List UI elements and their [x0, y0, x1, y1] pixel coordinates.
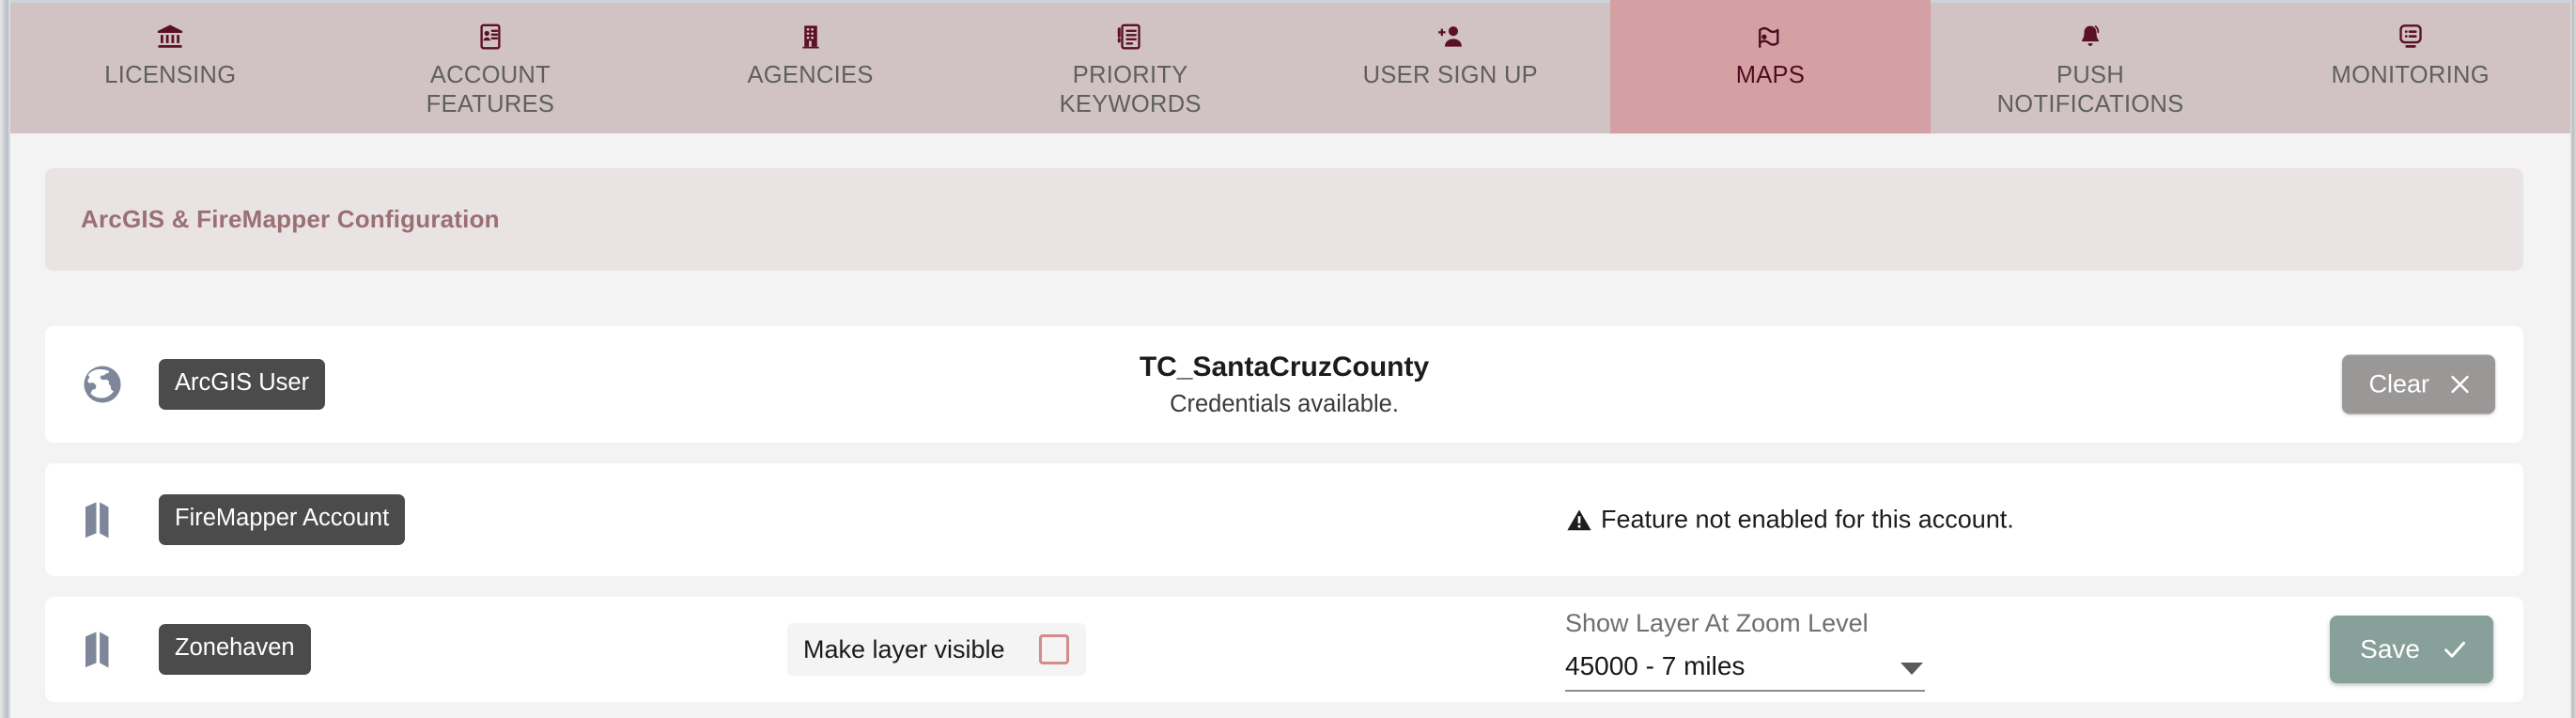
- tab-user-sign-up[interactable]: USER SIGN UP: [1291, 0, 1611, 133]
- arcgis-account-name: TC_SantaCruzCounty: [1139, 351, 1430, 382]
- map-icon: [78, 628, 127, 671]
- zonehaven-row: Zonehaven Make layer visible Show Layer …: [45, 597, 2523, 702]
- tab-priority-keywords[interactable]: PRIORITY KEYWORDS: [970, 0, 1291, 133]
- globe-icon: [78, 363, 127, 406]
- bell-icon: [2077, 21, 2103, 53]
- priority-keywords-icon: [1116, 21, 1144, 53]
- make-layer-visible-checkbox[interactable]: [1038, 634, 1069, 664]
- maps-config-panel: ArcGIS & FireMapper Configuration ArcGIS…: [10, 133, 2570, 718]
- tab-label: ACCOUNT FEATURES: [426, 62, 555, 117]
- make-layer-visible-label: Make layer visible: [803, 634, 1005, 663]
- map-flag-icon: [1756, 21, 1784, 53]
- make-layer-visible-control[interactable]: Make layer visible: [787, 623, 1086, 676]
- zoom-level-select[interactable]: 45000 - 7 miles: [1565, 651, 1925, 692]
- check-icon: [2441, 635, 2469, 663]
- tab-label: PRIORITY KEYWORDS: [1059, 62, 1202, 117]
- window-left-edge: [0, 0, 10, 718]
- zoom-level-label: Show Layer At Zoom Level: [1565, 609, 1869, 637]
- tab-agencies[interactable]: AGENCIES: [650, 0, 970, 133]
- arcgis-account-info: TC_SantaCruzCounty Credentials available…: [45, 349, 2523, 420]
- tab-account-features[interactable]: ACCOUNT FEATURES: [331, 0, 651, 133]
- tab-label: LICENSING: [104, 62, 237, 88]
- zoom-level-value: 45000 - 7 miles: [1565, 651, 1746, 680]
- warning-triangle-icon: [1565, 506, 1593, 534]
- bank-icon: [156, 21, 184, 53]
- tab-monitoring[interactable]: MONITORING: [2250, 0, 2570, 133]
- save-button-label: Save: [2360, 634, 2420, 663]
- window-right-edge: [2570, 0, 2576, 718]
- firemapper-account-chip: FireMapper Account: [159, 494, 406, 545]
- app-window: LICENSING ACCOUNT FEATURES AGENCIES PRIO…: [0, 0, 2576, 718]
- firemapper-warning-text: Feature not enabled for this account.: [1601, 505, 2014, 534]
- tab-maps[interactable]: MAPS: [1610, 0, 1931, 133]
- tab-label: AGENCIES: [747, 62, 874, 88]
- firemapper-account-row: FireMapper Account Feature not enabled f…: [45, 463, 2523, 576]
- tab-label: USER SIGN UP: [1362, 62, 1538, 88]
- tab-licensing[interactable]: LICENSING: [10, 0, 331, 133]
- arcgis-user-row: ArcGIS User TC_SantaCruzCounty Credentia…: [45, 326, 2523, 443]
- zonehaven-chip: Zonehaven: [159, 624, 311, 675]
- page-title: ArcGIS & FireMapper Configuration: [81, 205, 500, 233]
- section-header: ArcGIS & FireMapper Configuration: [45, 168, 2523, 271]
- monitor-list-icon: [2397, 21, 2425, 53]
- tab-label: MAPS: [1735, 62, 1806, 88]
- firemapper-warning: Feature not enabled for this account.: [1565, 506, 2014, 535]
- tab-push-notifications[interactable]: PUSH NOTIFICATIONS: [1931, 0, 2251, 133]
- tab-label: PUSH NOTIFICATIONS: [1996, 62, 2184, 117]
- tab-label: MONITORING: [2331, 62, 2490, 88]
- arcgis-credentials-status: Credentials available.: [1170, 391, 1399, 417]
- close-icon: [2447, 372, 2473, 398]
- arcgis-user-chip: ArcGIS User: [159, 359, 326, 410]
- save-button[interactable]: Save: [2330, 616, 2493, 683]
- zoom-level-select-group: Show Layer At Zoom Level 45000 - 7 miles: [1565, 607, 1925, 692]
- main-tab-bar: LICENSING ACCOUNT FEATURES AGENCIES PRIO…: [10, 0, 2570, 133]
- account-features-icon: [476, 21, 504, 53]
- building-icon: [798, 21, 824, 53]
- chevron-down-icon: [1901, 663, 1923, 675]
- clear-button[interactable]: Clear: [2342, 354, 2495, 414]
- person-add-icon: [1435, 21, 1466, 53]
- map-icon: [78, 498, 127, 541]
- clear-button-label: Clear: [2368, 369, 2429, 398]
